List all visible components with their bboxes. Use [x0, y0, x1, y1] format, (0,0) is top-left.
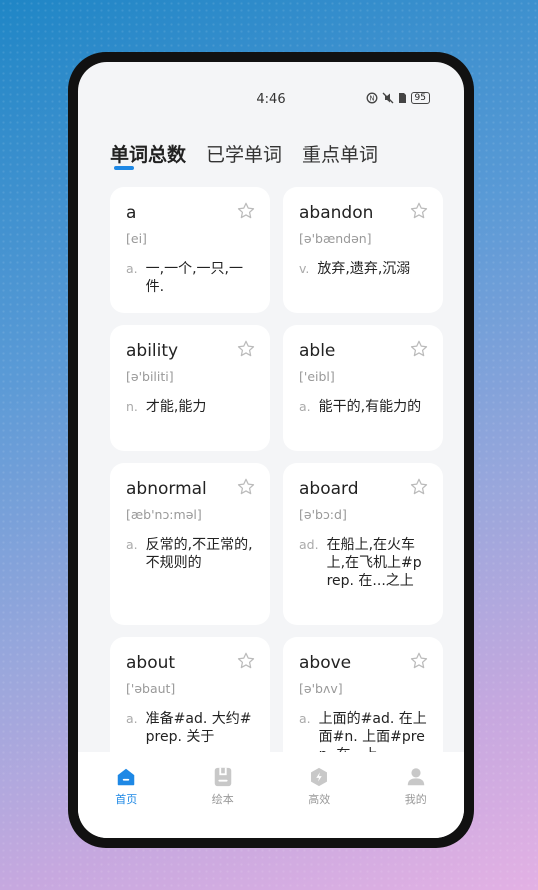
word-definition: 准备#ad. 大约#prep. 关于: [145, 711, 252, 745]
word-definition: 放弃,遗弃,沉溺: [317, 261, 411, 277]
sim-icon: [398, 93, 406, 103]
word-card[interactable]: able ['eibl] a. 能干的,有能力的: [283, 325, 443, 451]
word-text: ability: [126, 341, 179, 361]
svg-text:N: N: [369, 95, 374, 103]
nav-item-picture-book[interactable]: 绘本: [183, 766, 263, 838]
word-card[interactable]: abnormal [æb'nɔ:məl] a. 反常的,不正常的,不规则的: [110, 463, 270, 625]
word-definition: 能干的,有能力的: [318, 399, 422, 415]
word-pos: ad.: [299, 537, 319, 552]
tab-key-words[interactable]: 重点单词: [302, 140, 378, 167]
tab-learned-words[interactable]: 已学单词: [206, 140, 282, 167]
star-icon[interactable]: [236, 651, 256, 671]
home-icon: [118, 768, 135, 786]
battery-indicator: 95: [410, 92, 430, 104]
word-phonetic: [ə'bʌv]: [299, 681, 343, 696]
star-icon[interactable]: [236, 339, 256, 359]
nav-label: 我的: [404, 793, 427, 806]
nav-item-efficiency[interactable]: 高效: [279, 766, 359, 838]
bottom-nav: 首页 绘本 高效 我的: [78, 752, 464, 838]
nav-label: 首页: [115, 793, 138, 806]
nav-item-home[interactable]: 首页: [86, 766, 166, 838]
nav-label: 绘本: [211, 793, 234, 806]
word-definition: 才能,能力: [145, 399, 207, 415]
star-icon[interactable]: [236, 477, 256, 497]
word-pos: n.: [126, 399, 138, 414]
word-card[interactable]: abandon [ə'bændən] v. 放弃,遗弃,沉溺: [283, 187, 443, 313]
picture-book-icon: [214, 767, 231, 787]
star-icon[interactable]: [409, 477, 429, 497]
profile-icon: [407, 768, 424, 786]
word-card[interactable]: a [ei] a. 一,一个,一只,一件.: [110, 187, 270, 313]
word-phonetic: [ə'bændən]: [299, 231, 372, 246]
word-phonetic: ['eibl]: [299, 369, 335, 384]
tab-indicator: [114, 166, 134, 170]
word-pos: v.: [299, 261, 310, 276]
word-text: above: [299, 653, 352, 673]
word-definition: 在船上,在火车上,在飞机上#prep. 在...之上: [326, 537, 422, 589]
nav-item-profile[interactable]: 我的: [376, 766, 456, 838]
word-pos: a.: [299, 399, 311, 414]
word-phonetic: [ei]: [126, 231, 147, 246]
mute-icon: [382, 92, 394, 104]
word-text: about: [126, 653, 176, 673]
star-icon[interactable]: [409, 651, 429, 671]
word-pos: a.: [126, 261, 138, 276]
app-screen: 4:46 N 95 单词总数 已学单词 重点单词 a [ei] a. 一,一个,一…: [78, 62, 464, 838]
word-phonetic: [ə'biliti]: [126, 369, 174, 384]
tab-total-words[interactable]: 单词总数: [110, 140, 186, 167]
star-icon[interactable]: [409, 201, 429, 221]
status-icons: N 95: [366, 92, 430, 104]
efficiency-icon: [311, 767, 328, 787]
nfc-icon: N: [366, 92, 377, 104]
word-phonetic: [ə'bɔ:d]: [299, 507, 347, 522]
word-text: able: [299, 341, 336, 361]
nav-label: 高效: [308, 793, 331, 806]
word-text: abandon: [299, 203, 374, 223]
word-text: abnormal: [126, 479, 207, 499]
status-bar: 4:46 N 95: [78, 90, 464, 110]
word-phonetic: [æb'nɔ:məl]: [126, 507, 202, 522]
word-tabs: 单词总数 已学单词 重点单词: [110, 140, 378, 167]
word-phonetic: ['əbaut]: [126, 681, 176, 696]
word-text: a: [126, 203, 137, 223]
word-pos: a.: [126, 711, 138, 726]
word-text: aboard: [299, 479, 359, 499]
word-card[interactable]: ability [ə'biliti] n. 才能,能力: [110, 325, 270, 451]
star-icon[interactable]: [409, 339, 429, 359]
star-icon[interactable]: [236, 201, 256, 221]
word-pos: a.: [126, 537, 138, 552]
word-card[interactable]: aboard [ə'bɔ:d] ad. 在船上,在火车上,在飞机上#prep. 在…: [283, 463, 443, 625]
word-definition: 反常的,不正常的,不规则的: [145, 537, 253, 571]
word-definition: 一,一个,一只,一件.: [145, 261, 243, 295]
phone-frame: 4:46 N 95 单词总数 已学单词 重点单词 a [ei] a. 一,一个,一…: [68, 52, 474, 848]
